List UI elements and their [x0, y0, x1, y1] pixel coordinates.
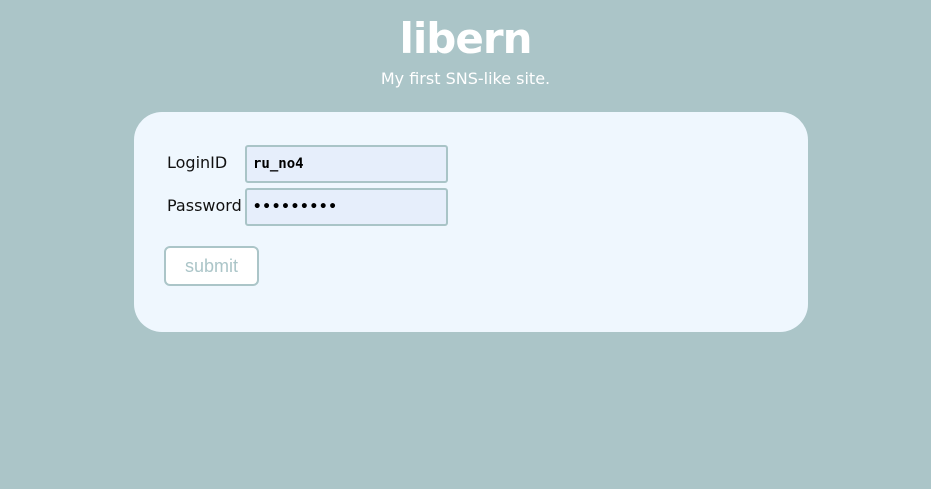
submit-button[interactable]: submit — [164, 246, 259, 286]
login-id-label: LoginID — [167, 153, 228, 172]
login-id-input[interactable] — [245, 145, 448, 183]
login-card: LoginID Password submit — [134, 112, 808, 332]
site-tagline: My first SNS-like site. — [380, 69, 551, 88]
password-label: Password — [167, 196, 242, 215]
site-logo: libern — [399, 14, 533, 63]
password-input[interactable] — [245, 188, 448, 226]
